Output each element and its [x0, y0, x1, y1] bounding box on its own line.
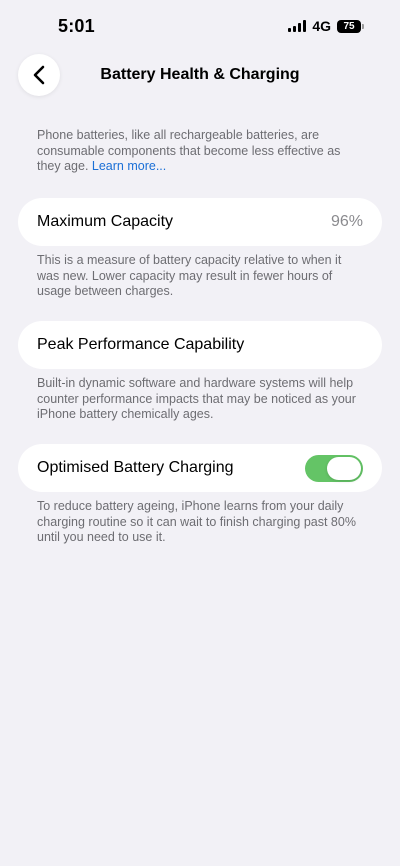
maximum-capacity-value: 96% — [330, 213, 363, 230]
page-title: Battery Health & Charging — [100, 66, 300, 83]
intro-description: Phone batteries, like all rechargeable b… — [37, 128, 366, 175]
optimised-charging-row: Optimised Battery Charging — [18, 444, 382, 492]
maximum-capacity-row: Maximum Capacity 96% — [18, 198, 382, 246]
peak-performance-label: Peak Performance Capability — [37, 336, 245, 353]
learn-more-link[interactable]: Learn more... — [92, 159, 166, 173]
optimised-charging-toggle[interactable] — [305, 454, 363, 482]
cellular-signal-icon — [288, 20, 307, 32]
maximum-capacity-description: This is a measure of battery capacity re… — [37, 253, 342, 298]
status-time: 5:01 — [58, 16, 95, 36]
peak-performance-row[interactable]: Peak Performance Capability — [18, 321, 382, 369]
battery-icon: 75 — [337, 19, 364, 33]
status-indicators: 4G 75 — [288, 18, 364, 34]
battery-level: 75 — [337, 19, 361, 33]
maximum-capacity-label: Maximum Capacity — [37, 213, 174, 230]
network-type: 4G — [312, 18, 331, 34]
intro-text: Phone batteries, like all rechargeable b… — [37, 128, 341, 173]
optimised-charging-description: To reduce battery ageing, iPhone learns … — [37, 499, 356, 544]
peak-performance-description: Built-in dynamic software and hardware s… — [37, 376, 356, 421]
status-bar: 5:01 4G 75 — [0, 0, 400, 54]
toggle-knob — [327, 456, 361, 480]
optimised-charging-label: Optimised Battery Charging — [37, 459, 234, 476]
